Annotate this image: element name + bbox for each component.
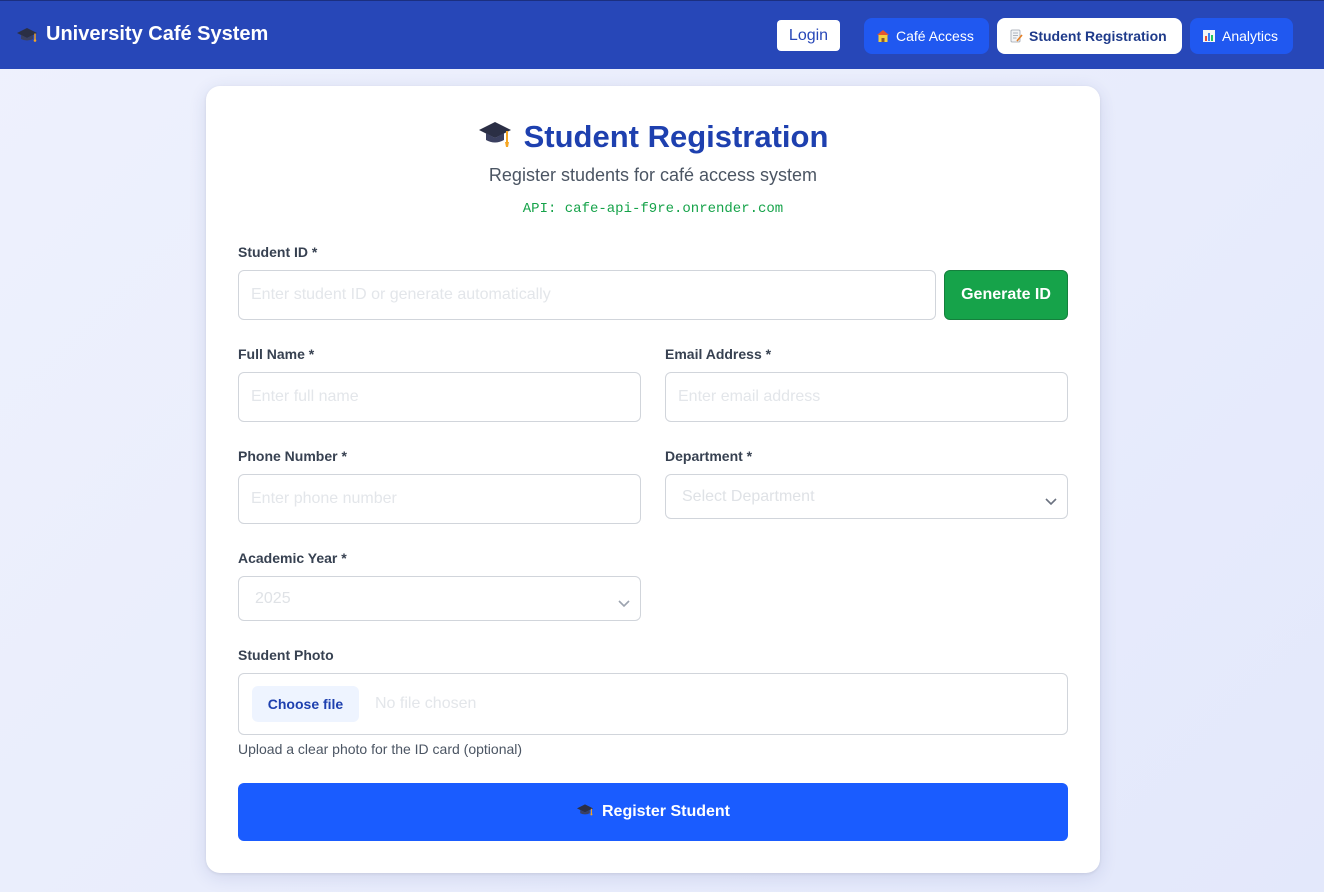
full-name-input[interactable] bbox=[238, 372, 641, 422]
graduation-cap-icon bbox=[16, 25, 38, 45]
phone-input[interactable] bbox=[238, 474, 641, 524]
full-name-label: Full Name * bbox=[238, 346, 315, 362]
email-label: Email Address * bbox=[665, 346, 772, 362]
department-label: Department * bbox=[665, 448, 753, 464]
registration-card: Student Registration Register students f… bbox=[206, 86, 1100, 873]
nav-student-registration[interactable]: Student Registration bbox=[997, 18, 1182, 54]
file-status: No file chosen bbox=[375, 695, 477, 712]
bar-chart-icon bbox=[1202, 29, 1216, 43]
nav-student-registration-label: Student Registration bbox=[1029, 28, 1167, 44]
photo-hint: Upload a clear photo for the ID card (op… bbox=[238, 741, 523, 757]
graduation-cap-icon bbox=[478, 118, 512, 155]
nav-cafe-access-label: Café Access bbox=[896, 28, 974, 44]
academic-year-label: Academic Year * bbox=[238, 550, 347, 566]
email-input[interactable] bbox=[665, 372, 1068, 422]
top-navbar: University Café System Login Café Access… bbox=[0, 0, 1324, 69]
memo-icon bbox=[1009, 29, 1023, 43]
chevron-down-icon bbox=[1045, 493, 1057, 505]
academic-year-selected-value: 2025 bbox=[255, 589, 291, 607]
title-row: Student Registration bbox=[206, 118, 1100, 155]
api-endpoint: API: cafe-api-f9re.onrender.com bbox=[522, 201, 784, 217]
choose-file-button[interactable]: Choose file bbox=[252, 686, 359, 722]
academic-year-select[interactable]: 2025 bbox=[238, 576, 641, 621]
nav-analytics[interactable]: Analytics bbox=[1190, 18, 1293, 54]
login-button[interactable]: Login bbox=[777, 20, 840, 51]
student-id-input[interactable] bbox=[238, 270, 936, 320]
student-photo-label: Student Photo bbox=[238, 647, 334, 663]
photo-file-input[interactable]: Choose file No file chosen bbox=[238, 673, 1068, 735]
nav-analytics-label: Analytics bbox=[1222, 28, 1279, 44]
register-student-label: Register Student bbox=[601, 803, 730, 820]
department-select[interactable]: Select Department bbox=[665, 474, 1068, 519]
generate-id-button[interactable]: Generate ID bbox=[944, 270, 1068, 320]
chevron-down-icon bbox=[618, 595, 630, 607]
house-icon bbox=[876, 29, 890, 43]
student-id-label: Student ID * bbox=[238, 244, 318, 260]
nav-cafe-access[interactable]: Café Access bbox=[864, 18, 989, 54]
register-student-button[interactable]: Register Student bbox=[238, 783, 1068, 841]
brand-title: University Café System bbox=[46, 23, 269, 45]
brand[interactable]: University Café System bbox=[16, 23, 268, 46]
page-subtitle: Register students for café access system bbox=[488, 165, 818, 185]
graduation-cap-icon bbox=[576, 802, 594, 823]
phone-label: Phone Number * bbox=[238, 448, 347, 464]
department-selected-value: Select Department bbox=[682, 487, 815, 505]
page-title: Student Registration bbox=[523, 118, 829, 154]
